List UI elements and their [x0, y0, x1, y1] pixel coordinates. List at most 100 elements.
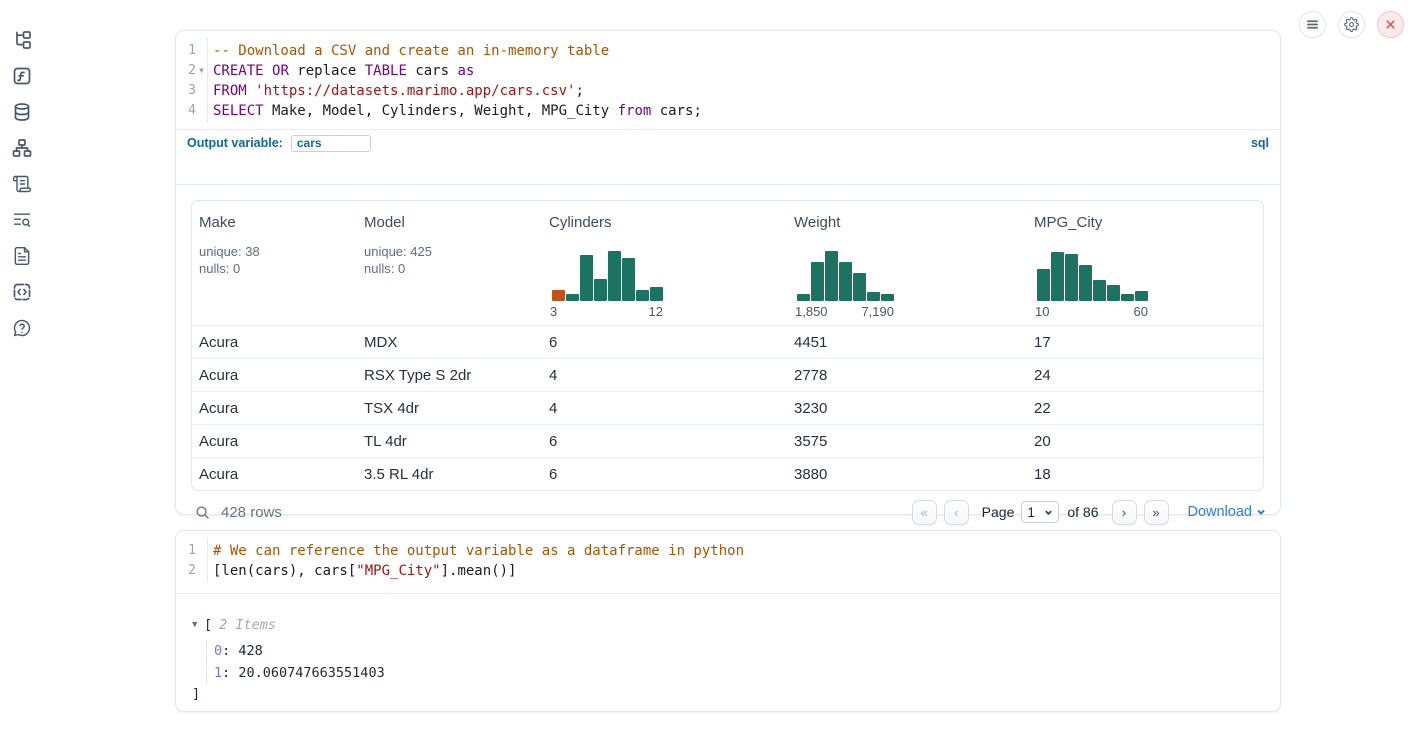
first-page-button[interactable]: « [912, 500, 937, 525]
row-count: 428 rows [221, 504, 282, 521]
output-variable-label: Output variable: [187, 136, 283, 150]
table-cell: 6 [542, 334, 787, 351]
token-kw: from [618, 103, 652, 119]
column-histogram: 312 [552, 249, 663, 319]
document-icon [12, 246, 32, 266]
column-header-cylinders[interactable]: Cylinders 312 [542, 201, 787, 325]
column-header-model[interactable]: Modelunique: 425nulls: 0 [357, 201, 542, 325]
table-row: AcuraTSX 4dr4323022 [192, 391, 1263, 424]
download-button[interactable]: Download [1188, 504, 1267, 520]
stat-line: unique: 38 [199, 243, 357, 260]
sidebar-item-dependency-graph[interactable] [4, 130, 40, 166]
table-cell: 3880 [787, 466, 1027, 483]
gear-icon [1344, 17, 1359, 32]
left-sidebar [0, 0, 44, 729]
sidebar-item-datasources[interactable] [4, 94, 40, 130]
column-name: Cylinders [549, 214, 787, 231]
line-number: 2 [176, 61, 196, 81]
token-str: "MPG_City" [356, 563, 440, 579]
histogram-bars [797, 249, 894, 301]
table-header-row: Makeunique: 38nulls: 0Modelunique: 425nu… [192, 201, 1263, 325]
column-histogram: 10 60 [1037, 249, 1148, 319]
sidebar-item-logs[interactable] [4, 202, 40, 238]
axis-min-label: 1,850 [795, 304, 828, 319]
table-cell: Acura [192, 433, 357, 450]
tree-root-row: ▼ [ 2 Items [192, 616, 1280, 634]
shutdown-button[interactable] [1377, 11, 1404, 38]
histogram-bars [1037, 249, 1148, 301]
code-line: 1# We can reference the output variable … [176, 541, 1280, 561]
page-select[interactable]: 1 [1021, 501, 1059, 523]
gutter-divider [207, 537, 208, 583]
code-text: [len(cars), cars["MPG_City"].mean()] [207, 561, 516, 581]
column-name: Make [199, 214, 357, 231]
column-header-mpg_city[interactable]: MPG_City1060 [1027, 201, 1263, 325]
page-label: Page [982, 504, 1015, 520]
collapse-chevron-icon[interactable]: ▼ [192, 620, 204, 630]
page-total-label: of 86 [1067, 504, 1098, 520]
table-cell: 18 [1027, 466, 1263, 483]
axis-max-label: 60 [1134, 304, 1148, 319]
histogram-bar [594, 279, 607, 301]
chevron-down-icon [1256, 507, 1266, 517]
column-header-make[interactable]: Makeunique: 38nulls: 0 [192, 201, 357, 325]
open-bracket: [ [204, 617, 212, 633]
next-page-button[interactable]: › [1112, 500, 1137, 525]
code-line: 2[len(cars), cars["MPG_City"].mean()] [176, 561, 1280, 581]
histogram-bar [1051, 252, 1064, 301]
line-number: 3 [176, 81, 196, 101]
table-cell: Acura [192, 466, 357, 483]
token-pl: ].mean()] [441, 563, 517, 579]
entry-value: : 20.060747663551403 [222, 665, 385, 681]
output-variable-input[interactable] [291, 135, 371, 152]
tree-entries: 0: 4281: 20.060747663551403 [206, 640, 1280, 684]
items-count-label: 2 Items [219, 617, 276, 633]
table-search-button[interactable] [191, 501, 213, 523]
scroll-logs-icon [12, 174, 32, 194]
sidebar-item-help[interactable] [4, 310, 40, 346]
table-cell: 22 [1027, 400, 1263, 417]
settings-button[interactable] [1338, 11, 1365, 38]
code-line: 4SELECT Make, Model, Cylinders, Weight, … [176, 101, 1280, 121]
previous-page-button[interactable]: ‹ [944, 500, 969, 525]
entry-value: : 428 [222, 643, 263, 659]
histogram-bar [811, 262, 824, 301]
python-code-editor[interactable]: 1# We can reference the output variable … [176, 531, 1280, 589]
last-page-button[interactable]: » [1144, 500, 1169, 525]
token-kw: as [457, 63, 474, 79]
python-cell: 1# We can reference the output variable … [175, 530, 1281, 712]
sql-code-editor[interactable]: 1-- Download a CSV and create an in-memo… [176, 31, 1280, 129]
pagination: « ‹ Page 1 of 86 › » Download [905, 500, 1266, 525]
sidebar-item-variables[interactable] [4, 58, 40, 94]
sidebar-item-snippets[interactable] [4, 274, 40, 310]
dependency-graph-icon [12, 138, 32, 158]
histogram-bar [1135, 291, 1148, 301]
page-select-value: 1 [1027, 505, 1035, 520]
column-name: Weight [794, 214, 1027, 231]
token-pl: cars [407, 63, 458, 79]
topbar-actions [1299, 11, 1404, 38]
table-cell: Acura [192, 334, 357, 351]
sidebar-item-scratchpad[interactable] [4, 166, 40, 202]
table-cell: 6 [542, 433, 787, 450]
line-number: 1 [176, 41, 196, 61]
token-pl: cars; [651, 103, 702, 119]
column-header-weight[interactable]: Weight1,8507,190 [787, 201, 1027, 325]
python-cell-output: ▼ [ 2 Items 0: 4281: 20.060747663551403 … [176, 593, 1280, 711]
line-number: 4 [176, 101, 196, 121]
gutter-divider [207, 37, 208, 123]
histogram-bar [1121, 294, 1134, 301]
list-tree-viewer: ▼ [ 2 Items 0: 4281: 20.060747663551403 … [176, 594, 1280, 704]
code-snippets-icon [12, 282, 32, 302]
code-text: # We can reference the output variable a… [207, 541, 744, 561]
table-cell: Acura [192, 367, 357, 384]
token-com: # We can reference the output variable a… [213, 543, 744, 559]
histogram-bars [552, 249, 663, 301]
fold-chevron-icon[interactable]: ▼ [196, 61, 207, 81]
table-row: Acura3.5 RL 4dr6388018 [192, 457, 1263, 490]
data-table: Makeunique: 38nulls: 0Modelunique: 425nu… [191, 200, 1264, 491]
axis-min-label: 10 [1035, 304, 1049, 319]
sidebar-item-file-tree[interactable] [4, 22, 40, 58]
menu-button[interactable] [1299, 11, 1326, 38]
sidebar-item-documentation[interactable] [4, 238, 40, 274]
